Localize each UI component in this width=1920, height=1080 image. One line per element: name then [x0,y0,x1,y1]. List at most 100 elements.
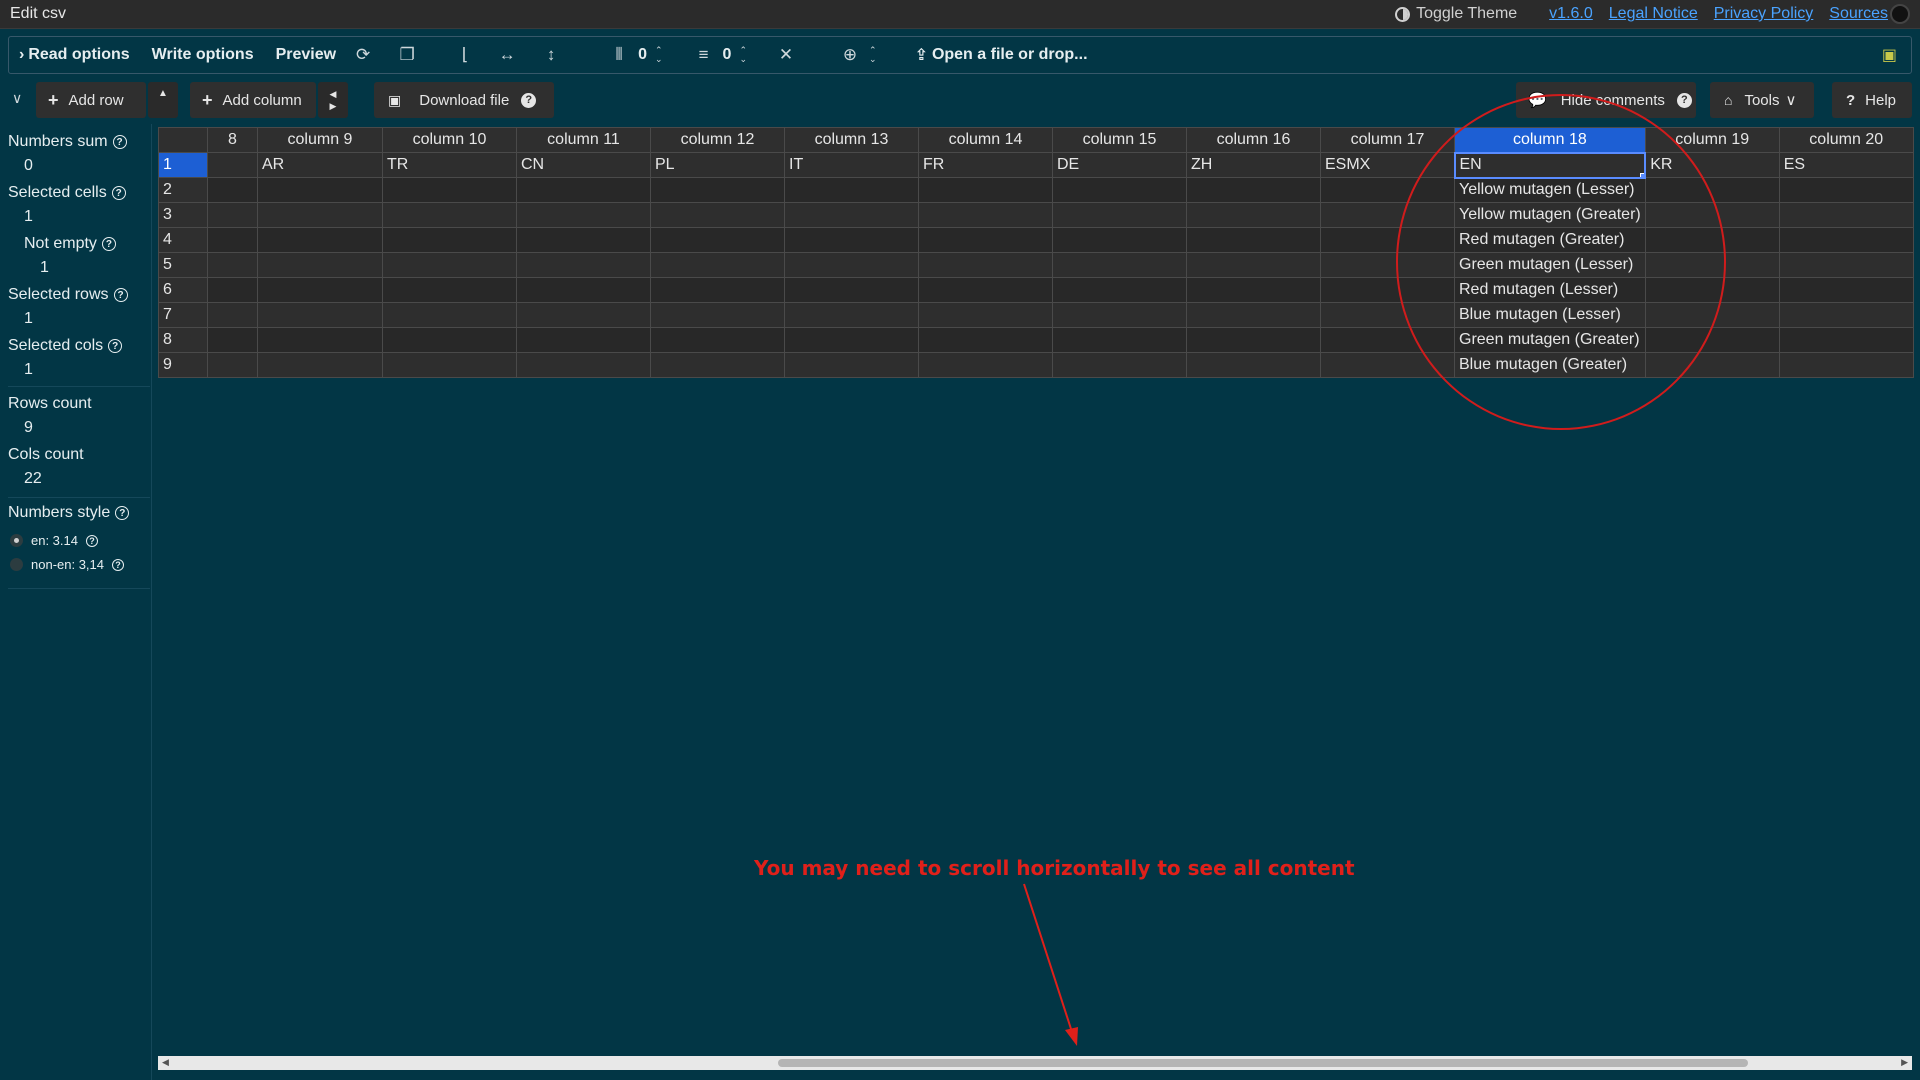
zoom-icon[interactable]: ⊕ [839,44,861,66]
grid-cell[interactable] [1778,352,1914,378]
expand-horizontal-icon[interactable]: ↔ [496,44,518,66]
row-header[interactable]: 7 [158,302,208,328]
grid-cell[interactable] [650,202,785,228]
grid-cell[interactable] [1778,177,1914,203]
grid-cell[interactable] [1052,352,1187,378]
row-header[interactable]: 3 [158,202,208,228]
grid-cell[interactable]: IT [784,152,919,178]
grid-cell[interactable] [257,327,383,353]
tools-button[interactable]: ⌂ Tools ∨ [1710,82,1814,118]
row-header[interactable]: 9 [158,352,208,378]
row-header[interactable]: 4 [158,227,208,253]
column-header[interactable]: column 20 [1778,127,1914,153]
reload-icon[interactable]: ⟳ [352,44,374,66]
grid-cell[interactable] [1186,352,1321,378]
grid-cell[interactable] [516,177,651,203]
grid-cell[interactable] [1778,252,1914,278]
row-header[interactable]: 2 [158,177,208,203]
grid-cell[interactable] [784,177,919,203]
grid-cell[interactable] [257,352,383,378]
grid-cell[interactable] [918,327,1053,353]
grid-cell[interactable] [1052,277,1187,303]
grid-cell[interactable]: FR [918,152,1053,178]
grid-cell[interactable] [516,277,651,303]
add-column-button[interactable]: + Add column [190,82,316,118]
radio-selected[interactable] [10,534,23,547]
grid-cell[interactable] [257,277,383,303]
grid-cell[interactable] [1186,277,1321,303]
radio-unselected[interactable] [10,558,23,571]
grid-cell[interactable] [257,227,383,253]
grid-cell[interactable] [784,327,919,353]
grid-cell[interactable] [1052,177,1187,203]
column-header[interactable]: column 10 [382,127,517,153]
fixed-columns-stepper[interactable]: ⌃ ⌄ [655,46,663,64]
grid-cell[interactable] [382,302,517,328]
grid-cell[interactable] [207,202,258,228]
grid-cell[interactable] [1186,302,1321,328]
row-header[interactable]: 1 [158,152,208,178]
fixed-rows-stepper[interactable]: ⌃ ⌄ [739,46,747,64]
grid-cell[interactable] [1186,252,1321,278]
grid-cell[interactable] [257,252,383,278]
copy-icon[interactable]: ❐ [396,44,418,66]
grid-cell[interactable] [1778,327,1914,353]
expand-vertical-icon[interactable]: ↕ [540,44,562,66]
grid-cell[interactable] [650,177,785,203]
grid-cell[interactable] [382,352,517,378]
help-circle-icon[interactable]: ? [112,135,127,149]
grid-cell[interactable] [207,327,258,353]
row-header[interactable]: 8 [158,327,208,353]
help-circle-icon[interactable]: ? [111,186,126,200]
grid-cell[interactable] [1052,302,1187,328]
help-circle-icon[interactable]: ? [1676,92,1692,108]
grid-cell[interactable] [207,302,258,328]
grid-cell[interactable] [1186,202,1321,228]
grid-cell[interactable] [382,177,517,203]
grid-cell[interactable] [784,302,919,328]
scrollbar-thumb[interactable] [778,1059,1748,1067]
help-circle-icon[interactable]: ? [112,558,125,571]
toggle-theme-button[interactable]: Toggle Theme [1395,5,1517,23]
grid-cell[interactable]: ES [1778,152,1914,178]
grid-cell[interactable] [784,227,919,253]
grid-cell[interactable] [1186,327,1321,353]
column-header[interactable]: column 9 [257,127,383,153]
grid-cell[interactable] [1052,327,1187,353]
help-button[interactable]: ? Help [1832,82,1912,118]
grid-cell[interactable]: AR [257,152,383,178]
legal-notice-link[interactable]: Legal Notice [1609,5,1698,23]
help-circle-icon[interactable]: ? [86,534,98,547]
grid-cell[interactable] [650,227,785,253]
horizontal-scrollbar[interactable]: ◀ ▶ [158,1056,1912,1070]
column-header[interactable]: column 17 [1320,127,1455,153]
grid-cell[interactable] [784,252,919,278]
grid-cell[interactable] [784,277,919,303]
scroll-left-icon[interactable]: ◀ [162,1057,169,1068]
grid-cell[interactable] [516,352,651,378]
grid-cell[interactable] [784,202,919,228]
numbers-style-non-en-radio[interactable]: non-en: 3,14 ? [10,557,125,572]
github-icon[interactable] [1890,4,1910,24]
grid-cell[interactable] [650,252,785,278]
save-icon[interactable]: ▣ [1882,45,1897,65]
column-header[interactable]: column 13 [784,127,919,153]
grid-cell[interactable] [1052,252,1187,278]
grid-cell[interactable] [207,252,258,278]
grid-cell[interactable] [516,252,651,278]
grid-cell[interactable] [207,352,258,378]
grid-cell[interactable] [1186,227,1321,253]
unhighlight-icon[interactable]: ✕ [775,44,797,66]
grid-cell[interactable]: CN [516,152,651,178]
grid-cell[interactable]: DE [1052,152,1187,178]
collapse-panel-chevron-icon[interactable]: ∨ [12,90,22,107]
grid-cell[interactable] [207,227,258,253]
grid-cell[interactable] [918,202,1053,228]
sources-link[interactable]: Sources [1829,5,1888,23]
numbers-style-en-radio[interactable]: en: 3.14 ? [10,533,98,548]
grid-cell[interactable] [382,252,517,278]
help-circle-icon[interactable]: ? [108,339,123,353]
scroll-right-icon[interactable]: ▶ [1901,1057,1908,1068]
add-row-button[interactable]: + Add row [36,82,146,118]
grid-cell[interactable] [257,302,383,328]
